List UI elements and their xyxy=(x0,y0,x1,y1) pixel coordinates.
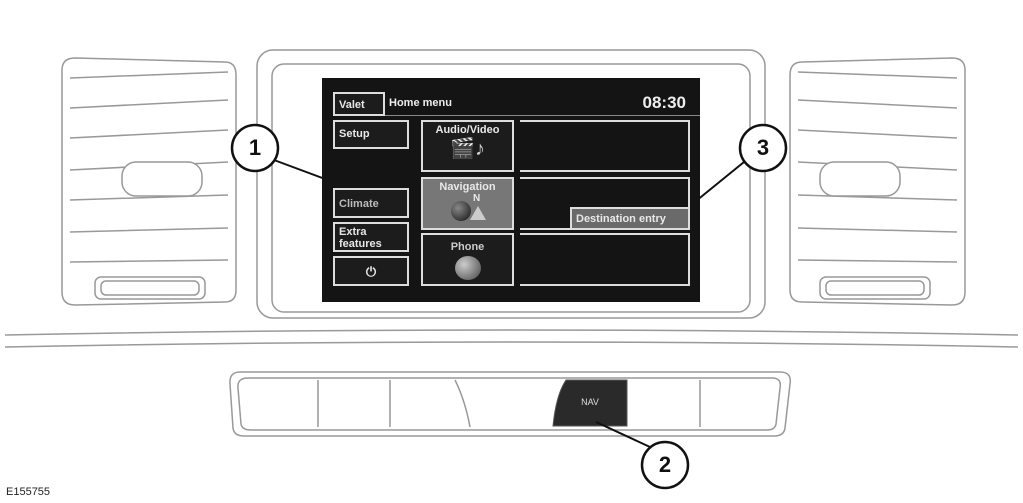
figure-code: E155755 xyxy=(6,486,51,498)
callout-3: 3 xyxy=(756,135,770,160)
callout-1: 1 xyxy=(248,135,262,160)
callout-2: 2 xyxy=(658,452,672,477)
callout-circles xyxy=(230,123,788,490)
nav-button-label[interactable]: NAV xyxy=(553,397,627,407)
figure: Valet Home menu 08:30 Setup Climate Extr… xyxy=(0,0,1023,503)
